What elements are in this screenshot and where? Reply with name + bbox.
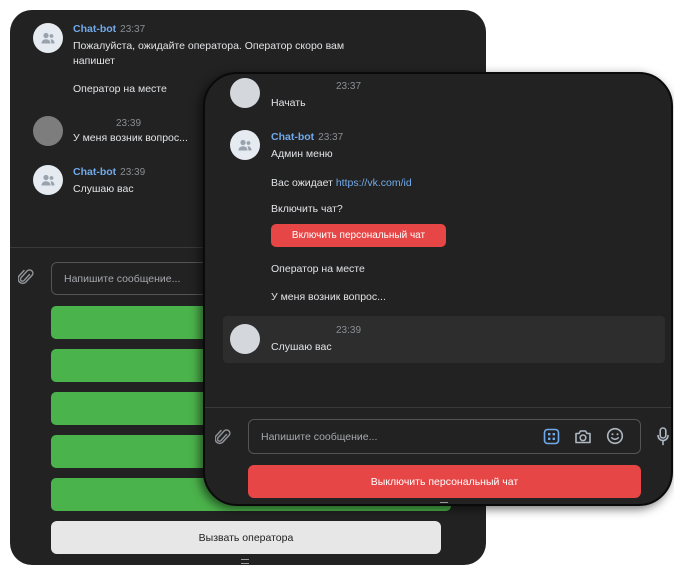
keyboard-icon[interactable] bbox=[543, 428, 560, 445]
chat-bot-avatar[interactable] bbox=[33, 165, 63, 195]
group-icon bbox=[238, 139, 252, 151]
group-icon bbox=[41, 174, 55, 186]
chat-bot-avatar[interactable] bbox=[230, 130, 260, 160]
message-text: Слушаю вас bbox=[271, 341, 332, 353]
disable-personal-chat-button[interactable]: Выключить персональный чат bbox=[248, 465, 641, 498]
chat-bot-avatar[interactable] bbox=[33, 23, 63, 53]
message-text: Слушаю вас bbox=[73, 183, 134, 195]
message-text: Оператор на месте bbox=[73, 83, 167, 95]
camera-icon[interactable] bbox=[574, 428, 592, 445]
message-header: Chat-bot 23:39 bbox=[73, 166, 145, 178]
message-time: 23:37 bbox=[336, 81, 362, 92]
user-avatar[interactable] bbox=[230, 78, 260, 108]
keyboard-handle[interactable] bbox=[440, 502, 448, 504]
message-time: 23:37 bbox=[318, 132, 344, 143]
waiting-text: Ваc ожидает bbox=[271, 177, 336, 189]
message-line: напишет bbox=[73, 55, 115, 67]
keyboard-handle[interactable] bbox=[241, 559, 249, 564]
profile-link[interactable]: https://vk.com/id bbox=[336, 177, 412, 189]
message-text: Включить чат? bbox=[271, 203, 343, 215]
message-time: 23:39 bbox=[116, 118, 142, 129]
sender-name[interactable]: Chat-bot bbox=[271, 131, 314, 143]
enable-personal-chat-button[interactable]: Включить персональный чат bbox=[271, 224, 446, 247]
divider bbox=[205, 407, 671, 408]
message-time: 23:39 bbox=[336, 325, 362, 336]
paperclip-icon[interactable] bbox=[18, 268, 34, 286]
message-time: 23:39 bbox=[120, 167, 146, 178]
message-text: Админ меню bbox=[271, 148, 333, 160]
message-header: Chat-bot 23:37 bbox=[271, 131, 343, 143]
message-text: У меня возник вопрос... bbox=[73, 132, 188, 144]
user-avatar[interactable] bbox=[33, 116, 63, 146]
message-line: Пожалуйста, ожидайте оператора. Оператор… bbox=[73, 40, 345, 52]
front-chat-window: 23:37 Начать Chat-bot 23:37 Админ меню Ва… bbox=[203, 72, 673, 506]
message-text: Оператор на месте bbox=[271, 263, 365, 275]
group-icon bbox=[41, 32, 55, 44]
waiting-message: Ваc ожидает https://vk.com/id bbox=[271, 176, 412, 191]
message-text: Начать bbox=[271, 97, 306, 109]
message-text: У меня возник вопрос... bbox=[271, 291, 386, 303]
call-operator-button[interactable]: Вызвать оператора bbox=[51, 521, 441, 554]
message-header: Chat-bot 23:37 bbox=[73, 23, 145, 35]
sender-name[interactable]: Chat-bot bbox=[73, 23, 116, 35]
message-text: Пожалуйста, ожидайте оператора. Оператор… bbox=[73, 39, 473, 69]
sender-name[interactable]: Chat-bot bbox=[73, 166, 116, 178]
user-avatar[interactable] bbox=[230, 324, 260, 354]
paperclip-icon[interactable] bbox=[215, 428, 231, 446]
message-time: 23:37 bbox=[120, 24, 146, 35]
microphone-icon[interactable] bbox=[657, 427, 669, 446]
emoji-icon[interactable] bbox=[606, 427, 624, 445]
